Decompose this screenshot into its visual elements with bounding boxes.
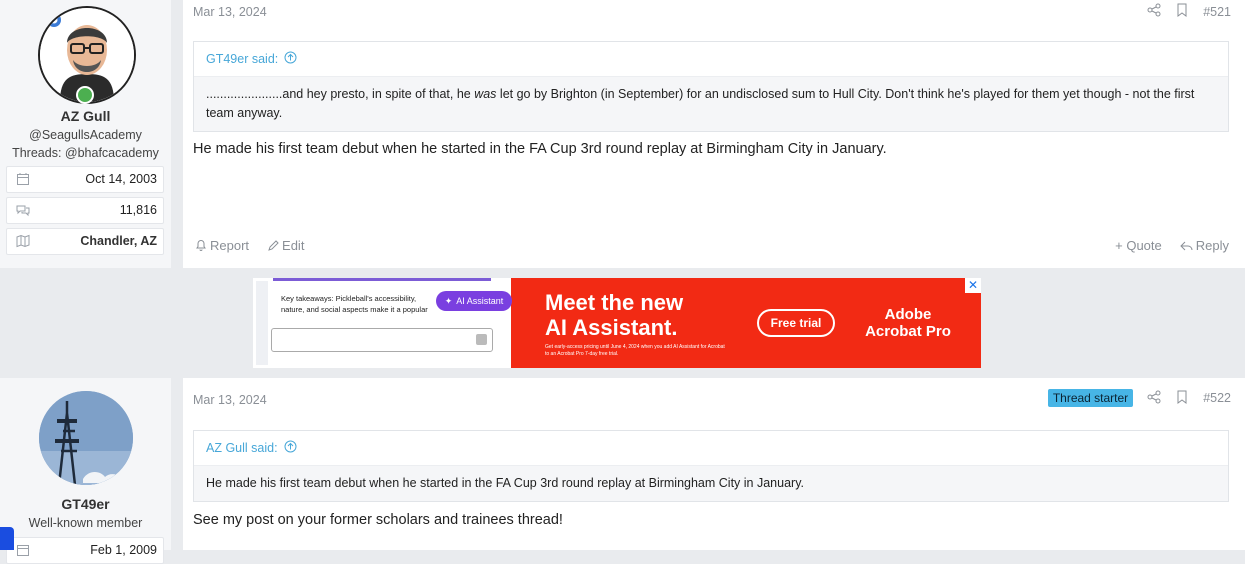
post-522: GT49er Well-known member Feb 1, 2009 Mar… bbox=[0, 378, 1245, 564]
quote-button[interactable]: + Quote bbox=[1115, 238, 1162, 253]
calendar-icon bbox=[16, 543, 30, 557]
post-date[interactable]: Mar 13, 2024 bbox=[193, 5, 267, 19]
adobe-logo: Adobe Acrobat Pro bbox=[853, 306, 963, 340]
user-title-line2: Threads: @bhafcacademy bbox=[12, 146, 159, 160]
brand-line2: Acrobat Pro bbox=[865, 323, 951, 340]
user-title: Well-known member bbox=[28, 516, 143, 530]
stat-joined: Oct 14, 2003 bbox=[6, 166, 164, 193]
share-icon[interactable] bbox=[1147, 3, 1161, 20]
joined-date: Oct 14, 2003 bbox=[85, 172, 157, 186]
quote-header[interactable]: AZ Gull said: bbox=[194, 431, 1228, 466]
ai-assistant-chip: ✦ AI Assistant bbox=[436, 291, 512, 311]
bookmark-icon[interactable] bbox=[1175, 390, 1189, 407]
quote-author[interactable]: AZ Gull said: bbox=[206, 441, 278, 455]
ad-headline-line2: AI Assistant. bbox=[545, 315, 678, 340]
post-header-actions: #521 bbox=[1147, 3, 1231, 20]
divider bbox=[171, 378, 183, 550]
messages-icon bbox=[16, 203, 30, 217]
post-actions-left: Report Edit bbox=[195, 238, 304, 253]
share-icon[interactable] bbox=[1147, 390, 1161, 407]
ad-accent-bar bbox=[273, 278, 491, 281]
stat-joined: Feb 1, 2009 bbox=[6, 537, 164, 564]
stat-location: Chandler, AZ bbox=[6, 228, 164, 255]
location-link[interactable]: Chandler, AZ bbox=[80, 234, 157, 248]
ad-headline: Meet the new AI Assistant. bbox=[545, 290, 683, 340]
pencil-icon bbox=[268, 239, 279, 251]
chip-label: AI Assistant bbox=[456, 296, 504, 306]
post-content: Mar 13, 2024 Thread starter #522 AZ Gull… bbox=[183, 378, 1239, 550]
post-521: AZ Gull @SeagullsAcademy Threads: @bhafc… bbox=[0, 0, 1245, 268]
quote-text-part1: ......................and hey presto, in… bbox=[206, 87, 475, 101]
bookmark-icon[interactable] bbox=[1175, 3, 1189, 20]
ad-fine-print: Get early-access pricing until June 4, 2… bbox=[545, 344, 725, 357]
post-date[interactable]: Mar 13, 2024 bbox=[193, 393, 267, 407]
arrow-up-circle-icon[interactable] bbox=[284, 440, 297, 456]
stat-messages: 11,816 bbox=[6, 197, 164, 224]
username[interactable]: GT49er bbox=[0, 496, 171, 512]
post-number-link[interactable]: #521 bbox=[1203, 5, 1231, 19]
floating-widget-tab[interactable] bbox=[0, 527, 14, 550]
quote-text-emphasis: was bbox=[474, 87, 497, 101]
map-icon bbox=[16, 234, 30, 248]
send-icon bbox=[476, 334, 487, 345]
online-status-indicator bbox=[76, 86, 94, 104]
post-actions-right: + Quote Reply bbox=[1115, 238, 1229, 253]
quote-block: GT49er said: ......................and h… bbox=[193, 41, 1229, 132]
post-message: See my post on your former scholars and … bbox=[193, 512, 563, 528]
post-message: He made his first team debut when he sta… bbox=[193, 141, 887, 157]
ad-snippet-text: Key takeaways: Pickleball's accessibilit… bbox=[281, 294, 428, 314]
sparkle-icon: ✦ bbox=[444, 295, 453, 306]
bell-icon bbox=[196, 240, 206, 251]
post-header-actions: Thread starter #522 bbox=[1047, 389, 1231, 407]
ad-toolbar bbox=[256, 281, 268, 365]
arrow-up-circle-icon[interactable] bbox=[284, 51, 297, 67]
report-button[interactable]: Report bbox=[195, 238, 249, 253]
user-title-line1: @SeagullsAcademy bbox=[29, 128, 142, 142]
brand-line1: Adobe bbox=[884, 306, 932, 323]
avatar[interactable] bbox=[39, 391, 133, 485]
ad-input-mock bbox=[271, 328, 493, 352]
report-label: Report bbox=[210, 238, 250, 253]
post-content: Mar 13, 2024 #521 GT49er said: .........… bbox=[183, 0, 1239, 268]
username[interactable]: AZ Gull bbox=[0, 108, 171, 124]
reply-button[interactable]: Reply bbox=[1180, 238, 1229, 253]
reply-icon bbox=[1180, 241, 1193, 250]
ad-close-icon[interactable]: ✕ bbox=[965, 278, 981, 293]
user-panel: GT49er Well-known member Feb 1, 2009 bbox=[0, 378, 171, 564]
quote-block: AZ Gull said: He made his first team deb… bbox=[193, 430, 1229, 502]
message-count: 11,816 bbox=[119, 203, 157, 217]
quote-label: + Quote bbox=[1115, 238, 1162, 253]
joined-date: Feb 1, 2009 bbox=[90, 543, 157, 557]
ad-banner[interactable]: Key takeaways: Pickleball's accessibilit… bbox=[253, 278, 981, 368]
free-trial-button[interactable]: Free trial bbox=[757, 309, 835, 337]
reply-label: Reply bbox=[1195, 238, 1229, 253]
quote-body: He made his first team debut when he sta… bbox=[206, 476, 804, 490]
quote-header[interactable]: GT49er said: bbox=[194, 42, 1228, 77]
edit-button[interactable]: Edit bbox=[267, 238, 304, 253]
post-number-link[interactable]: #522 bbox=[1203, 391, 1231, 405]
quote-body: ......................and hey presto, in… bbox=[194, 77, 1228, 131]
edit-label: Edit bbox=[282, 238, 305, 253]
thread-starter-badge: Thread starter bbox=[1047, 389, 1134, 407]
user-panel: AZ Gull @SeagullsAcademy Threads: @bhafc… bbox=[0, 0, 171, 268]
quote-author[interactable]: GT49er said: bbox=[206, 52, 278, 66]
ad-headline-line1: Meet the new bbox=[545, 290, 684, 315]
divider bbox=[171, 0, 183, 268]
calendar-icon bbox=[16, 172, 30, 186]
